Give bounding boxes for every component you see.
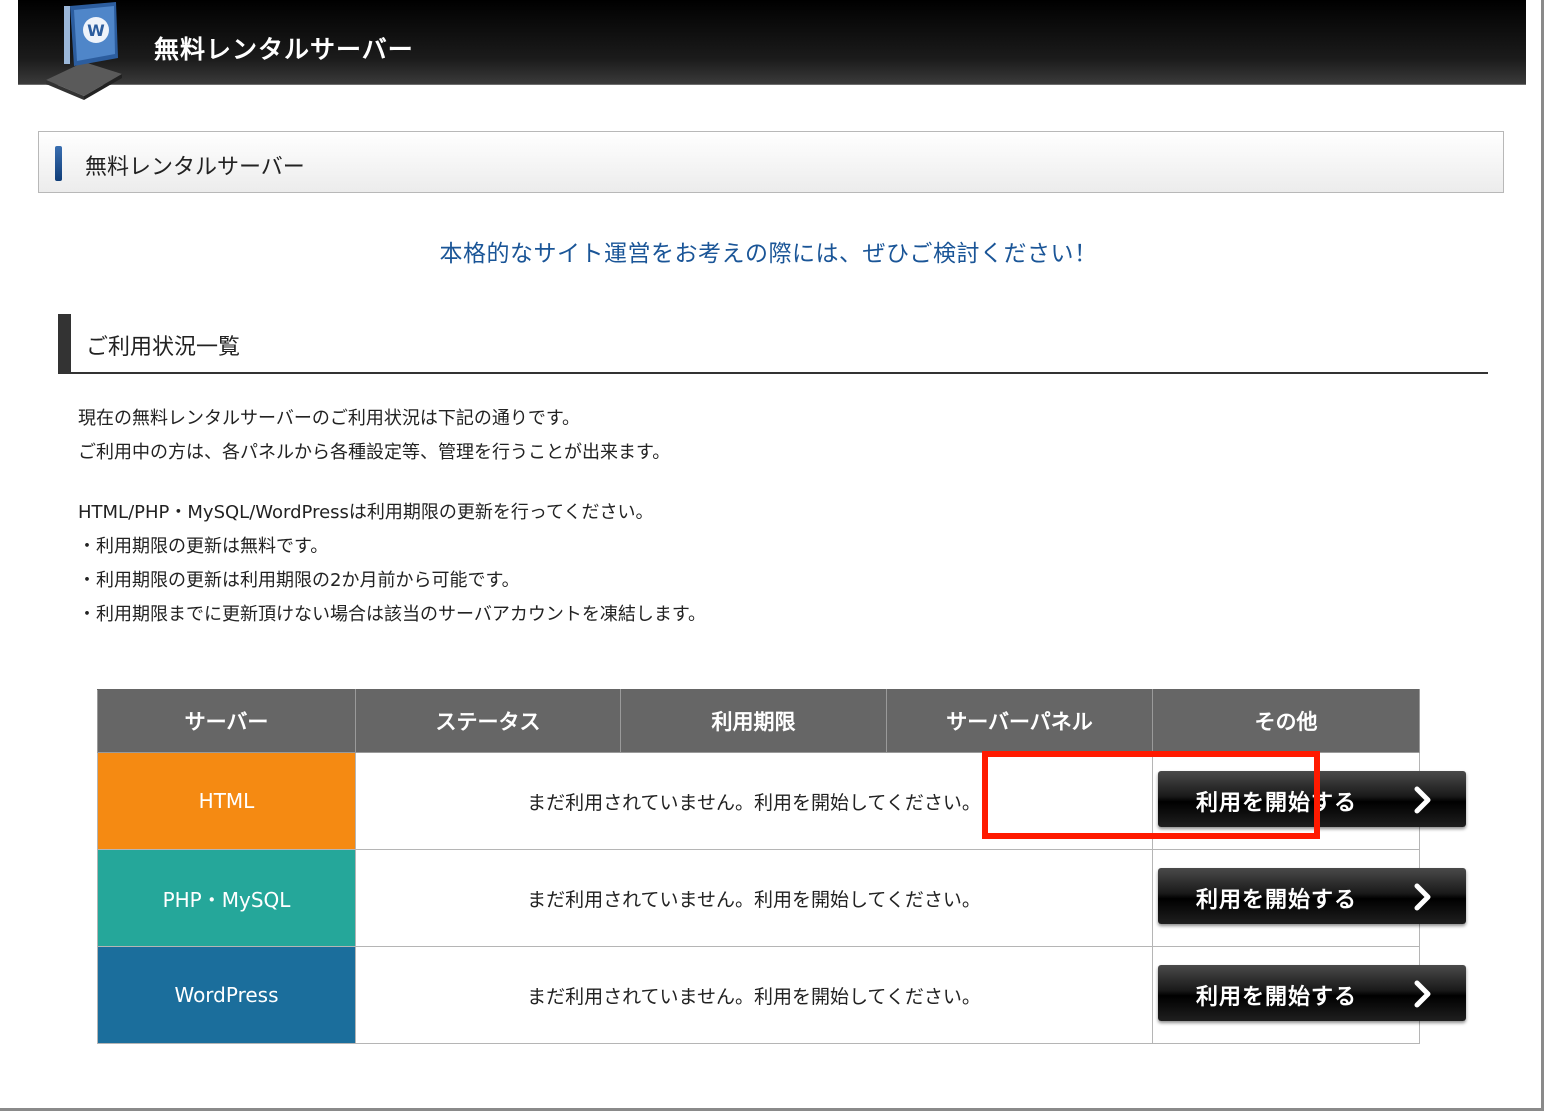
usage-description: 現在の無料レンタルサーバーのご利用状況は下記の通りです。 ご利用中の方は、各パネ… [78,402,706,632]
top-header-bar: W 無料レンタルサーバー [18,0,1526,100]
start-using-button[interactable]: 利用を開始する [1158,868,1466,924]
server-panel-cell: 利用を開始する [1152,849,1466,947]
usage-heading-accent [58,314,71,372]
table-row: WordPress まだ利用されていません。利用を開始してください。 利用を開始… [97,946,1466,1044]
lead-message: 本格的なサイト運営をお考えの際には、ぜひご検討ください！ [439,241,1098,267]
start-button-label: 利用を開始する [1196,985,1358,1010]
start-using-button[interactable]: 利用を開始する [1158,965,1466,1021]
table-row: PHP・MySQL まだ利用されていません。利用を開始してください。 利用を開始… [97,849,1466,947]
intro-line: ご利用中の方は、各パネルから各種設定等、管理を行うことが出来ます。 [78,442,671,463]
note-line: HTML/PHP・MySQL/WordPressは利用期限の更新を行ってください… [78,502,654,523]
server-name-cell: PHP・MySQL [97,849,356,947]
column-header-server-panel: サーバーパネル [886,689,1153,753]
section-accent-bar [55,146,62,181]
status-cell: まだ利用されていません。利用を開始してください。 [355,849,1153,947]
note-line: ・利用期限までに更新頂けない場合は該当のサーバアカウントを凍結します。 [78,604,707,625]
usage-heading-title: ご利用状況一覧 [86,335,241,360]
column-header-other: その他 [1152,689,1420,753]
status-cell: まだ利用されていません。利用を開始してください。 [355,946,1153,1044]
server-table-wrap: サーバー ステータス 利用期限 サーバーパネル その他 HTML まだ利用されて… [97,689,1466,1044]
note-line: ・利用期限の更新は利用期限の2か月前から可能です。 [78,570,520,591]
column-header-server: サーバー [97,689,356,753]
start-button-label: 利用を開始する [1196,888,1358,913]
column-header-expiry: 利用期限 [620,689,887,753]
note-line: ・利用期限の更新は無料です。 [78,536,329,557]
chevron-right-icon [1414,980,1431,1008]
table-row: HTML まだ利用されていません。利用を開始してください。 利用を開始する [97,752,1466,850]
start-button-label: 利用を開始する [1196,791,1358,816]
column-header-status: ステータス [355,689,621,753]
server-panel-cell: 利用を開始する [1152,752,1466,850]
table-header-row: サーバー ステータス 利用期限 サーバーパネル その他 [97,689,1420,753]
svg-text:W: W [87,21,105,40]
server-name-cell: HTML [97,752,356,850]
server-name-cell: WordPress [97,946,356,1044]
intro-line: 現在の無料レンタルサーバーのご利用状況は下記の通りです。 [78,408,581,429]
status-cell: まだ利用されていません。利用を開始してください。 [355,752,1153,850]
server-laptop-icon: W [46,2,122,100]
section-header: 無料レンタルサーバー [38,131,1504,193]
server-panel-cell: 利用を開始する [1152,946,1466,1044]
usage-heading: ご利用状況一覧 [58,314,1488,374]
chevron-right-icon [1414,786,1431,814]
server-table: サーバー ステータス 利用期限 サーバーパネル その他 HTML まだ利用されて… [97,689,1466,1044]
start-using-button[interactable]: 利用を開始する [1158,771,1466,827]
section-title: 無料レンタルサーバー [85,155,305,180]
chevron-right-icon [1414,883,1431,911]
header-title: 無料レンタルサーバー [154,35,414,64]
